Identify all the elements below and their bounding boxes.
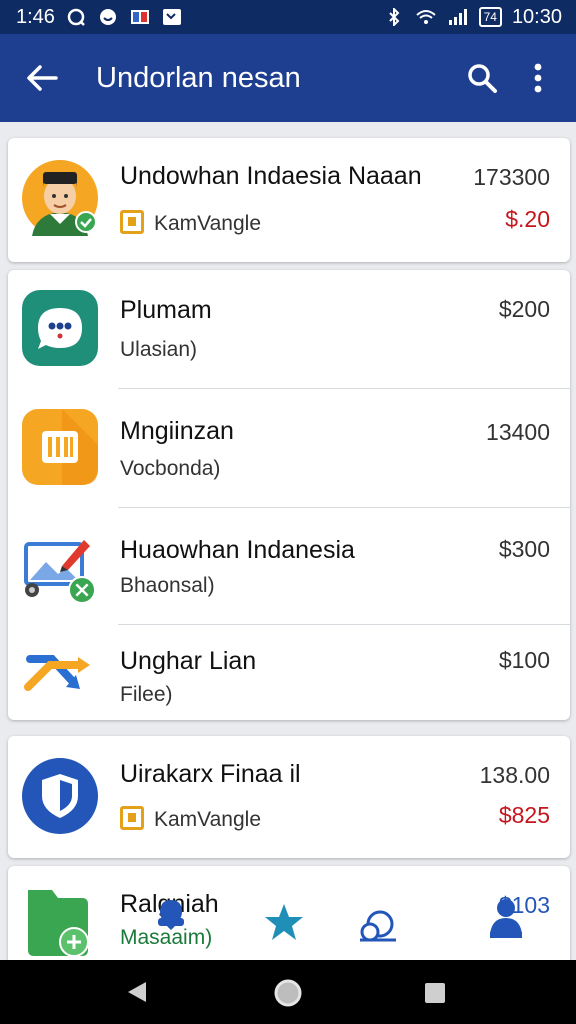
page-title: Undorlan nesan: [96, 61, 301, 94]
system-nav-bar: [0, 960, 576, 1024]
person-badge-icon[interactable]: [486, 896, 526, 940]
list-item[interactable]: Undowhan Indaesia Naaan KamVangle 173300…: [8, 138, 570, 262]
sync-icon: [67, 8, 85, 26]
person-avatar-icon: [22, 160, 98, 236]
item-price: 138.00: [479, 762, 550, 788]
battery-label: 74: [483, 10, 497, 24]
list-card: Undowhan Indaesia Naaan KamVangle 173300…: [8, 138, 570, 262]
item-title: Undowhan Indaesia Naaan: [120, 162, 422, 190]
item-price: $200: [498, 296, 550, 322]
more-options-button[interactable]: [510, 50, 566, 106]
list-item[interactable]: Plumam Ulasian) $200: [8, 270, 570, 388]
list-item[interactable]: Huaowhan Indanesia Bhaonsal) $300: [8, 508, 570, 624]
list-card: Plumam Ulasian) $200 Mngiinzan Vocbonda)…: [8, 270, 570, 720]
item-subtitle: KamVangle: [120, 210, 261, 236]
item-subtitle: Ulasian): [120, 338, 198, 361]
status-bar: 1:46 74 10:30: [0, 0, 576, 34]
smiley-icon: [99, 9, 116, 25]
picture-edit-icon: [24, 540, 96, 604]
arrow-left-icon: [27, 65, 58, 91]
bluetooth-icon: [388, 8, 399, 26]
chat-bubble-icon: [22, 290, 98, 366]
back-button[interactable]: [12, 48, 72, 108]
battery-icon: 74: [478, 7, 502, 27]
status-time-left: 1:46: [16, 5, 55, 28]
item-subtitle-text: KamVangle: [154, 212, 262, 235]
app-bar: Undorlan nesan: [0, 34, 576, 122]
flag-icon: [130, 10, 149, 24]
search-button[interactable]: [454, 50, 510, 106]
search-icon: [468, 64, 497, 93]
list-item[interactable]: Uirakarx Finaa il KamVangle 138.00 $825: [8, 736, 570, 858]
star-icon[interactable]: [264, 902, 304, 942]
item-subtitle: Filee): [120, 683, 173, 706]
item-title: Plumam: [120, 296, 212, 324]
item-price: 13400: [486, 419, 550, 445]
category-badge-icon: [120, 806, 144, 830]
photo-notification-icon: [162, 9, 181, 25]
home-circle-icon[interactable]: [273, 978, 303, 1008]
status-time-right: 10:30: [511, 5, 562, 28]
back-triangle-icon[interactable]: [126, 980, 148, 1004]
item-title: Mngiinzan: [120, 417, 234, 445]
item-price: $100: [498, 647, 550, 673]
item-amount: $.20: [505, 206, 550, 232]
wifi-icon: [415, 10, 436, 24]
recents-square-icon[interactable]: [424, 982, 446, 1004]
map-pin-icon[interactable]: [154, 898, 188, 932]
item-title: Unghar Lian: [120, 647, 257, 675]
list-item[interactable]: Unghar Lian Filee) $100: [8, 625, 570, 720]
shield-icon: [22, 758, 98, 834]
item-title: Uirakarx Finaa il: [120, 760, 301, 788]
barcode-tile-icon: [22, 409, 98, 485]
item-price: $300: [498, 536, 550, 562]
item-subtitle: Vocbonda): [120, 457, 221, 480]
item-amount: $825: [498, 802, 550, 828]
folder-plus-icon: [28, 890, 89, 957]
item-price: 173300: [473, 164, 550, 190]
item-subtitle: Bhaonsal): [120, 574, 215, 597]
signal-icon: [448, 9, 467, 25]
item-subtitle-text: KamVangle: [154, 808, 262, 831]
transfer-arrows-icon: [24, 655, 90, 691]
list-card: Uirakarx Finaa il KamVangle 138.00 $825: [8, 736, 570, 858]
item-title: Huaowhan Indanesia: [120, 536, 355, 564]
more-vert-icon: [534, 63, 542, 93]
category-badge-icon: [120, 210, 144, 234]
cloud-search-icon[interactable]: [358, 906, 398, 944]
list-item[interactable]: Mngiinzan Vocbonda) 13400: [8, 389, 570, 507]
item-subtitle: KamVangle: [120, 806, 261, 832]
